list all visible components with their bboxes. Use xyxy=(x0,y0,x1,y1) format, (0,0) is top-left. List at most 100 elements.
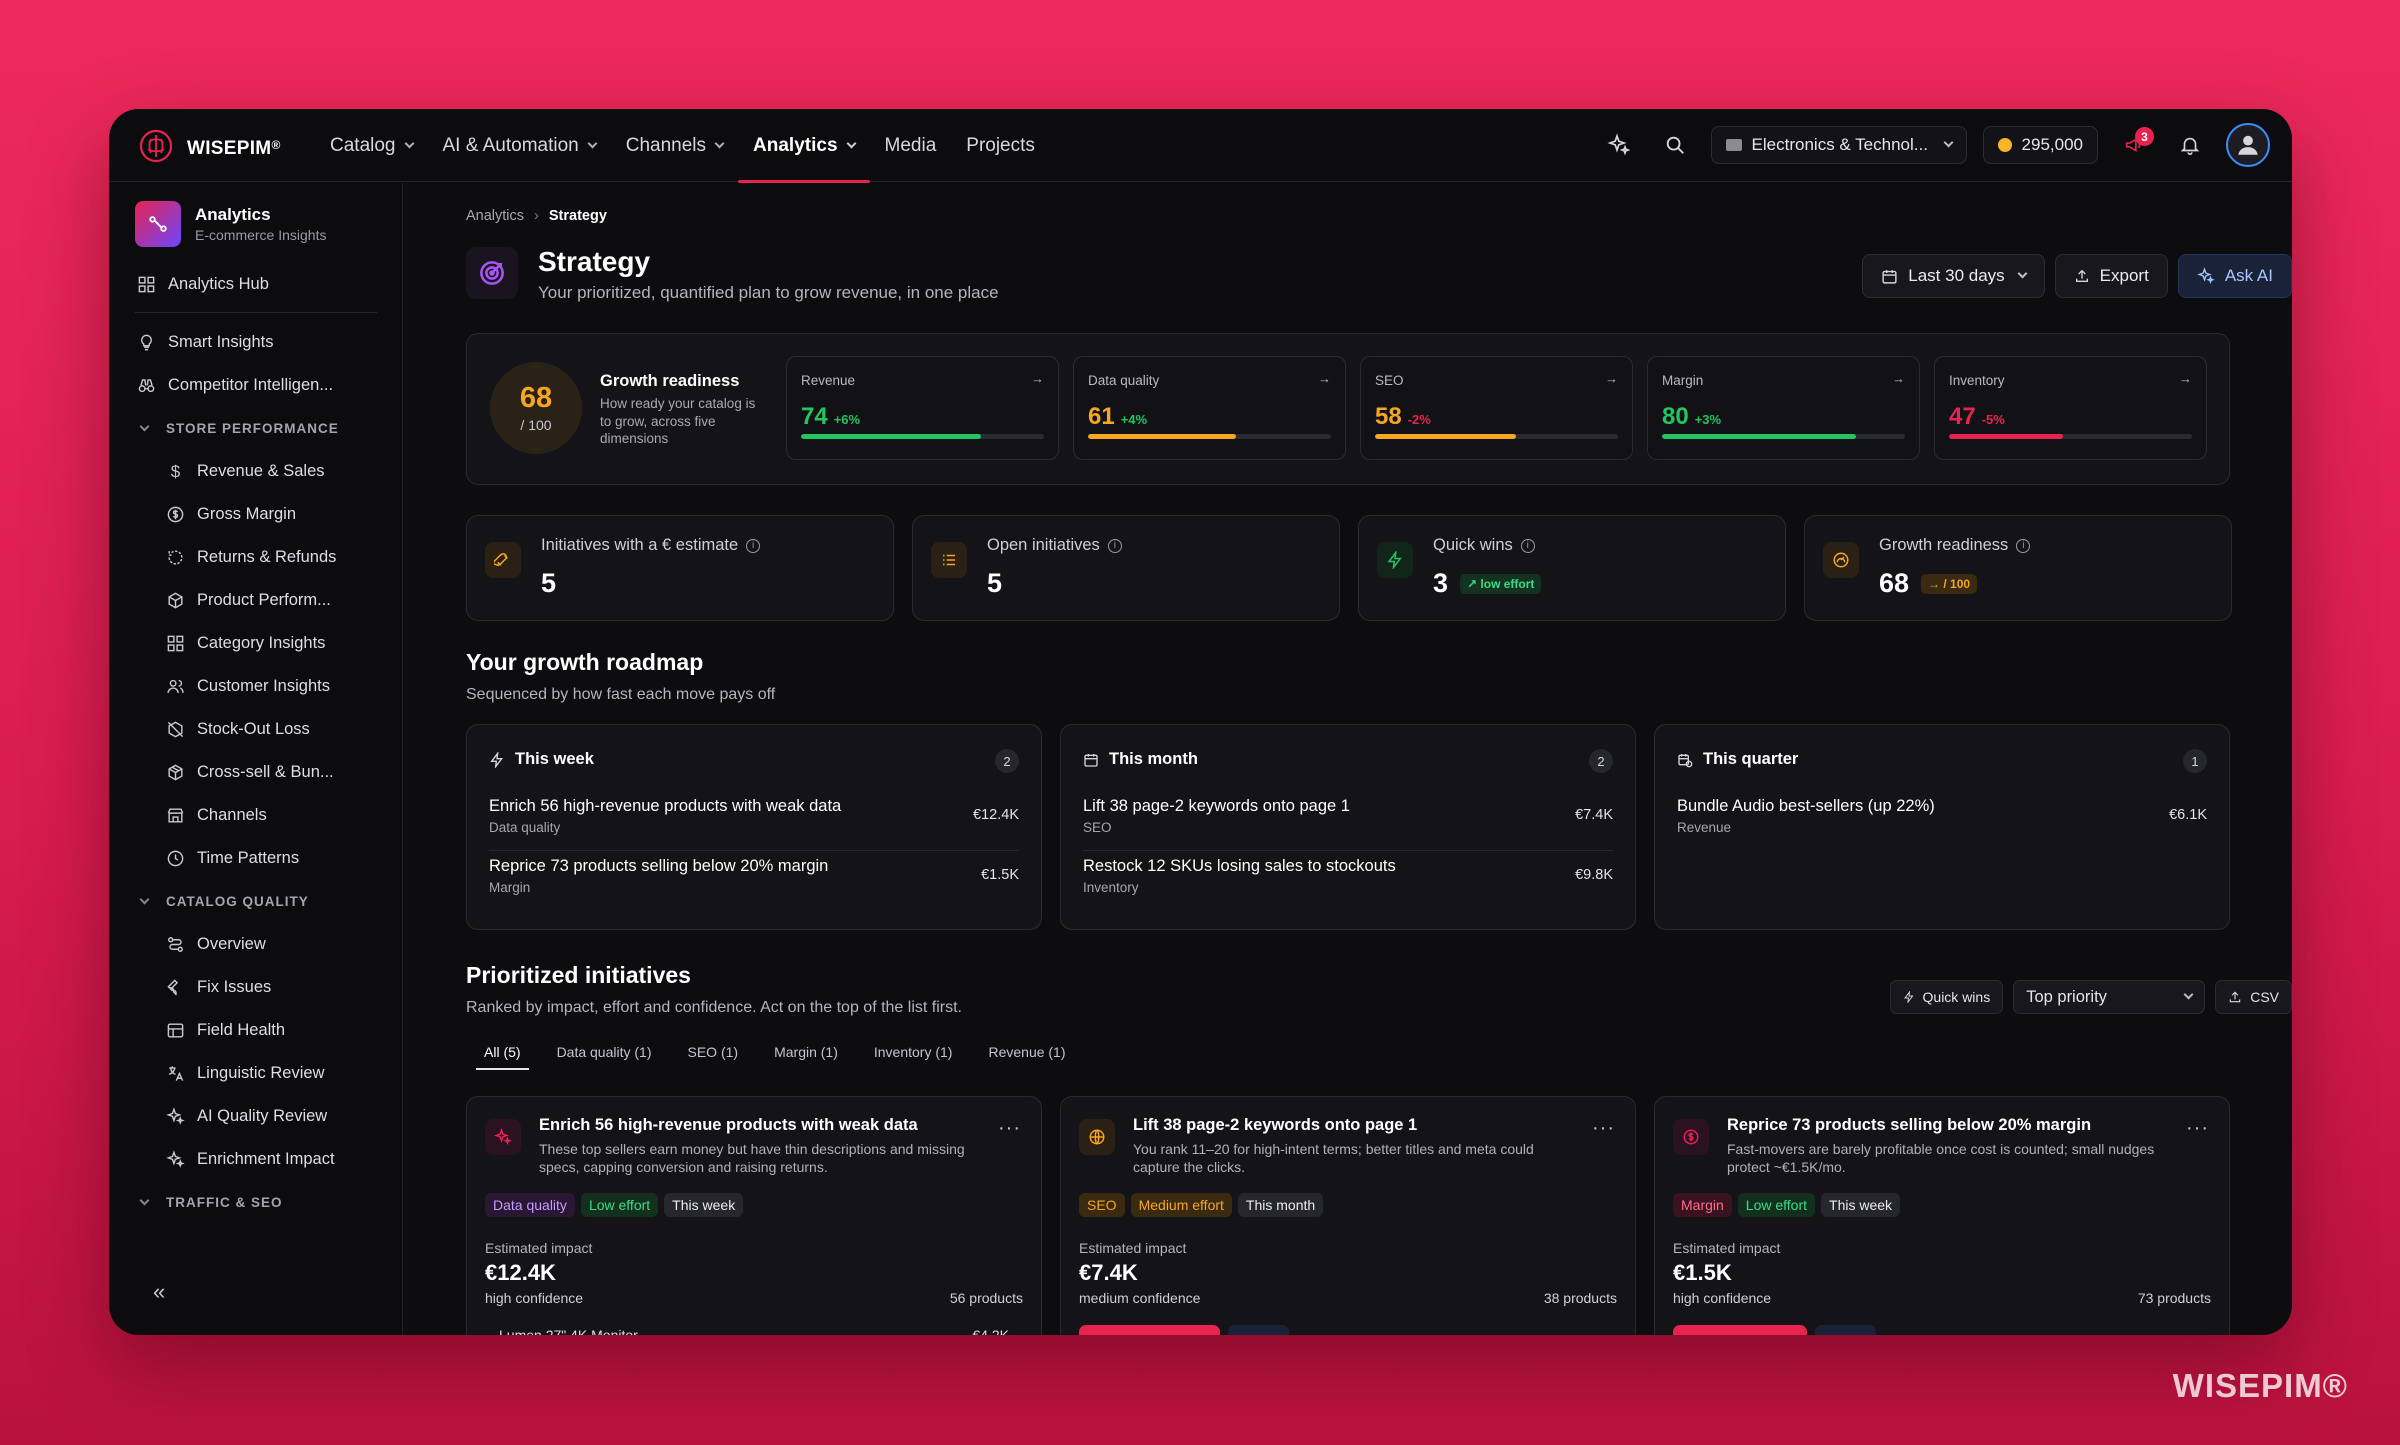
roadmap-row[interactable]: Lift 38 page-2 keywords onto page 1 SEO €7… xyxy=(1083,793,1613,851)
calendar-icon xyxy=(1882,269,1897,284)
nav-channels[interactable]: Channels xyxy=(611,109,738,182)
tab-seo[interactable]: SEO (1) xyxy=(670,1036,757,1070)
sidebar-item-label: Category Insights xyxy=(197,634,326,652)
sidebar-item-fix-issues[interactable]: Fix Issues xyxy=(109,966,403,1009)
sidebar-item-customer-insights[interactable]: Customer Insights xyxy=(109,665,403,708)
tab-data-quality[interactable]: Data quality (1) xyxy=(539,1036,670,1070)
row-value: €9.8K xyxy=(1575,867,1613,883)
sidebar-item-revenue-sales[interactable]: $ Revenue & Sales xyxy=(109,450,403,493)
csv-export-button[interactable]: CSV xyxy=(2215,980,2292,1014)
sidebar-item-category-insights[interactable]: Category Insights xyxy=(109,622,403,665)
workspace-selector[interactable]: Electronics & Technol... xyxy=(1710,126,1967,164)
sort-select[interactable]: Top priority xyxy=(2013,980,2206,1014)
sidebar-subtitle: E-commerce Insights xyxy=(195,227,327,243)
section-traffic-seo[interactable]: TRAFFIC & SEO xyxy=(109,1181,403,1224)
top-bar: WISEPIM® Catalog AI & Automation Channel… xyxy=(109,109,2292,183)
breadcrumb-parent[interactable]: Analytics xyxy=(466,208,524,224)
more-options-icon[interactable]: ··· xyxy=(998,1117,1021,1140)
info-icon[interactable]: i xyxy=(2016,538,2031,553)
dimension-card-data-quality[interactable]: Data quality → 61 +4% xyxy=(1073,356,1346,460)
more-options-icon[interactable]: ··· xyxy=(1592,1117,1615,1140)
credits-display[interactable]: 295,000 xyxy=(1982,126,2098,164)
sidebar-item-label: Revenue & Sales xyxy=(197,462,325,480)
roadmap-row[interactable]: Reprice 73 products selling below 20% ma… xyxy=(489,853,1019,911)
sidebar-item-competitor-intelligence[interactable]: Competitor Intelligen... xyxy=(109,364,403,407)
info-icon[interactable]: i xyxy=(1520,538,1535,553)
brand[interactable]: WISEPIM® xyxy=(137,127,281,170)
sparkle-icon xyxy=(166,1150,185,1168)
view-profitability-button[interactable]: View profitability → xyxy=(1673,1325,1808,1335)
dimension-card-revenue[interactable]: Revenue → 74 +6% xyxy=(786,356,1059,460)
sidebar-item-field-health[interactable]: Field Health xyxy=(109,1009,403,1052)
kpi-label-text: Quick wins xyxy=(1433,536,1513,554)
section-catalog-quality[interactable]: CATALOG QUALITY xyxy=(109,880,403,923)
sidebar-item-product-performance[interactable]: Product Perform... xyxy=(109,579,403,622)
sidebar-item-returns-refunds[interactable]: Returns & Refunds xyxy=(109,536,403,579)
announcements-button[interactable]: 3 xyxy=(2114,125,2154,165)
affected-product-row[interactable]: Lumen 27" 4K Monitor €4.2K xyxy=(499,1327,1009,1335)
notifications-button[interactable] xyxy=(2170,125,2210,165)
info-icon[interactable]: i xyxy=(746,538,761,553)
info-icon[interactable]: i xyxy=(1107,538,1122,553)
arrow-right-icon: → xyxy=(2179,371,2192,386)
open-seo-report-button[interactable]: Open SEO report → xyxy=(1079,1325,1221,1335)
tab-revenue[interactable]: Revenue (1) xyxy=(970,1036,1083,1070)
roadmap-row[interactable]: Restock 12 SKUs losing sales to stockout… xyxy=(1083,853,1613,911)
chevron-down-icon xyxy=(139,421,150,431)
sidebar-item-analytics-hub[interactable]: Analytics Hub xyxy=(109,263,403,306)
nav-ai-automation[interactable]: AI & Automation xyxy=(428,109,611,182)
folder-icon xyxy=(1725,139,1742,151)
nav-projects[interactable]: Projects xyxy=(951,109,1050,182)
kpi-label: Growth readiness i xyxy=(1879,536,2031,555)
kpi-label-text: Open initiatives xyxy=(987,536,1100,554)
sidebar-item-smart-insights[interactable]: Smart Insights xyxy=(109,321,403,364)
ask-ai-button[interactable]: Ask AI xyxy=(2177,254,2292,298)
collapse-sidebar-button[interactable]: « xyxy=(153,1279,165,1305)
dimension-card-margin[interactable]: Margin → 80 +3% xyxy=(1647,356,1920,460)
sidebar-item-channels[interactable]: Channels xyxy=(109,794,403,837)
workspace-name: Electronics & Technol... xyxy=(1751,135,1928,154)
sidebar-item-overview[interactable]: Overview xyxy=(109,923,403,966)
export-button[interactable]: Export xyxy=(2054,254,2168,298)
dimension-card-inventory[interactable]: Inventory → 47 -5% xyxy=(1934,356,2207,460)
card-description: These top sellers earn money but have th… xyxy=(539,1141,965,1176)
tab-inventory[interactable]: Inventory (1) xyxy=(856,1036,971,1070)
effort-tag: Low effort xyxy=(580,1193,659,1217)
ask-ai-button[interactable]: Ask AI xyxy=(1815,1325,1877,1335)
initiatives-toolbar: Quick wins Top priority CSV xyxy=(1889,980,2292,1014)
quick-wins-filter[interactable]: Quick wins xyxy=(1889,980,2004,1014)
initiative-card[interactable]: Enrich 56 high-revenue products with wea… xyxy=(466,1096,1042,1335)
sidebar-item-time-patterns[interactable]: Time Patterns xyxy=(109,837,403,880)
sidebar-item-stock-out-loss[interactable]: Stock-Out Loss xyxy=(109,708,403,751)
tab-margin[interactable]: Margin (1) xyxy=(756,1036,856,1070)
avatar[interactable] xyxy=(2226,123,2270,167)
search-button[interactable] xyxy=(1655,125,1695,165)
sidebar-item-cross-sell[interactable]: Cross-sell & Bun... xyxy=(109,751,403,794)
ai-sparkle-button[interactable] xyxy=(1599,125,1639,165)
initiative-card[interactable]: Reprice 73 products selling below 20% ma… xyxy=(1654,1096,2230,1335)
dimension-progress-bar xyxy=(1088,434,1331,439)
roadmap-row[interactable]: Bundle Audio best-sellers (up 22%) Revenu… xyxy=(1677,793,2207,851)
sidebar-item-ai-quality-review[interactable]: AI Quality Review xyxy=(109,1095,403,1138)
sidebar-item-enrichment-impact[interactable]: Enrichment Impact xyxy=(109,1138,403,1181)
sidebar-item-label: Time Patterns xyxy=(197,849,300,867)
initiatives-title: Prioritized initiatives xyxy=(466,962,691,988)
initiative-card[interactable]: Lift 38 page-2 keywords onto page 1 You … xyxy=(1060,1096,1636,1335)
sidebar-item-label: Stock-Out Loss xyxy=(197,720,310,738)
nav-catalog[interactable]: Catalog xyxy=(315,109,428,182)
kpi-initiatives-with-estimate: Initiatives with a € estimate i 5 xyxy=(466,515,894,621)
kpi-label: Quick wins i xyxy=(1433,536,1535,555)
tab-all[interactable]: All (5) xyxy=(466,1036,539,1070)
date-range-selector[interactable]: Last 30 days xyxy=(1862,254,2045,298)
card-actions: View profitability → Ask AI xyxy=(1673,1325,1877,1335)
sidebar-item-gross-margin[interactable]: Gross Margin xyxy=(109,493,403,536)
sidebar-item-linguistic-review[interactable]: Linguistic Review xyxy=(109,1052,403,1095)
more-options-icon[interactable]: ··· xyxy=(2186,1117,2209,1140)
ask-ai-button[interactable]: Ask AI xyxy=(1228,1325,1289,1335)
section-store-performance[interactable]: STORE PERFORMANCE xyxy=(109,407,403,450)
readiness-denominator: / 100 xyxy=(520,416,552,433)
roadmap-row[interactable]: Enrich 56 high-revenue products with wea… xyxy=(489,793,1019,851)
dimension-card-seo[interactable]: SEO → 58 -2% xyxy=(1360,356,1633,460)
nav-analytics[interactable]: Analytics xyxy=(738,109,871,183)
nav-media[interactable]: Media xyxy=(870,109,952,182)
